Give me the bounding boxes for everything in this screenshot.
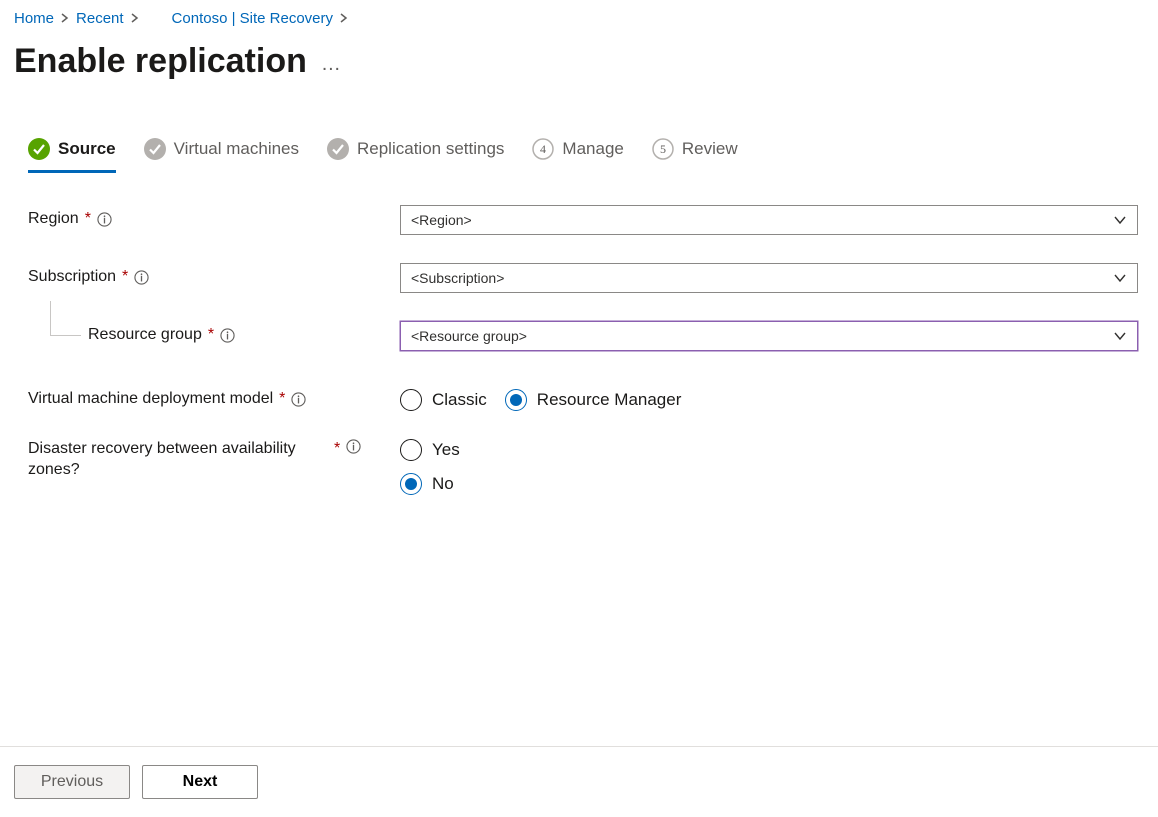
- label-text: Subscription: [28, 267, 116, 288]
- page-title: Enable replication: [14, 41, 307, 82]
- svg-text:5: 5: [660, 142, 666, 156]
- info-icon[interactable]: [291, 392, 306, 407]
- previous-button[interactable]: Previous: [14, 765, 130, 799]
- svg-text:4: 4: [540, 142, 546, 156]
- resource-group-dropdown[interactable]: <Resource group>: [400, 321, 1138, 351]
- subscription-row: Subscription * <Subscription>: [28, 249, 1144, 307]
- required-asterisk: *: [279, 389, 285, 410]
- subscription-dropdown[interactable]: <Subscription>: [400, 263, 1138, 293]
- chevron-right-icon: [128, 11, 142, 26]
- resource-group-label: Resource group *: [28, 325, 400, 346]
- radio-no[interactable]: No: [400, 473, 454, 495]
- info-icon[interactable]: [97, 212, 112, 227]
- label-text: Region: [28, 209, 79, 230]
- resource-group-row: Resource group * <Resource group>: [28, 307, 1144, 365]
- breadcrumb-recent[interactable]: Recent: [76, 10, 124, 27]
- tab-virtual-machines[interactable]: Virtual machines: [144, 138, 299, 173]
- tab-label: Source: [58, 140, 116, 157]
- check-circle-icon: [28, 138, 50, 160]
- dropdown-value: <Resource group>: [411, 328, 527, 344]
- more-menu[interactable]: …: [321, 53, 343, 76]
- azdr-radiogroup: Yes No: [400, 439, 1138, 495]
- dropdown-value: <Subscription>: [411, 270, 504, 286]
- region-label: Region *: [28, 209, 400, 230]
- azdr-label: Disaster recovery between availability z…: [28, 439, 400, 481]
- label-text: Resource group: [88, 325, 202, 346]
- radio-icon: [400, 473, 422, 495]
- chevron-right-icon: [337, 11, 351, 26]
- deployment-model-radiogroup: Classic Resource Manager: [400, 389, 1138, 411]
- chevron-down-icon: [1113, 329, 1127, 343]
- radio-label: Yes: [432, 440, 460, 460]
- tab-replication-settings[interactable]: Replication settings: [327, 138, 504, 173]
- check-circle-icon: [327, 138, 349, 160]
- tab-label: Manage: [562, 140, 623, 157]
- radio-yes[interactable]: Yes: [400, 439, 460, 461]
- chevron-right-icon: [58, 11, 72, 26]
- breadcrumb: Home Recent Contoso | Site Recovery: [0, 0, 1158, 27]
- tab-label: Virtual machines: [174, 140, 299, 157]
- radio-icon: [505, 389, 527, 411]
- label-text: Disaster recovery between availability z…: [28, 439, 328, 481]
- tabs: Source Virtual machines Replication sett…: [0, 82, 1158, 173]
- chevron-down-icon: [1113, 271, 1127, 285]
- dropdown-value: <Region>: [411, 212, 472, 228]
- footer: Previous Next: [0, 746, 1158, 817]
- info-icon[interactable]: [220, 328, 235, 343]
- radio-icon: [400, 389, 422, 411]
- region-row: Region * <Region>: [28, 191, 1144, 249]
- check-circle-icon: [144, 138, 166, 160]
- breadcrumb-home[interactable]: Home: [14, 10, 54, 27]
- deployment-model-row: Virtual machine deployment model * Class…: [28, 371, 1144, 429]
- radio-label: Classic: [432, 390, 487, 410]
- radio-resource-manager[interactable]: Resource Manager: [505, 389, 682, 411]
- radio-label: No: [432, 474, 454, 494]
- deployment-model-label: Virtual machine deployment model *: [28, 389, 400, 410]
- info-icon[interactable]: [346, 439, 361, 454]
- tab-review[interactable]: 5 Review: [652, 138, 738, 173]
- radio-classic[interactable]: Classic: [400, 389, 487, 411]
- required-asterisk: *: [208, 325, 214, 346]
- info-icon[interactable]: [134, 270, 149, 285]
- breadcrumb-site-recovery[interactable]: Contoso | Site Recovery: [172, 10, 333, 27]
- next-button[interactable]: Next: [142, 765, 258, 799]
- label-text: Virtual machine deployment model: [28, 389, 273, 410]
- tab-label: Review: [682, 140, 738, 157]
- region-dropdown[interactable]: <Region>: [400, 205, 1138, 235]
- step-number-icon: 4: [532, 138, 554, 160]
- azdr-row: Disaster recovery between availability z…: [28, 439, 1144, 497]
- chevron-down-icon: [1113, 213, 1127, 227]
- required-asterisk: *: [85, 209, 91, 230]
- required-asterisk: *: [122, 267, 128, 288]
- tab-source[interactable]: Source: [28, 138, 116, 173]
- radio-label: Resource Manager: [537, 390, 682, 410]
- subscription-label: Subscription *: [28, 267, 400, 288]
- tab-label: Replication settings: [357, 140, 504, 157]
- required-asterisk: *: [334, 439, 340, 460]
- tab-manage[interactable]: 4 Manage: [532, 138, 623, 173]
- step-number-icon: 5: [652, 138, 674, 160]
- radio-icon: [400, 439, 422, 461]
